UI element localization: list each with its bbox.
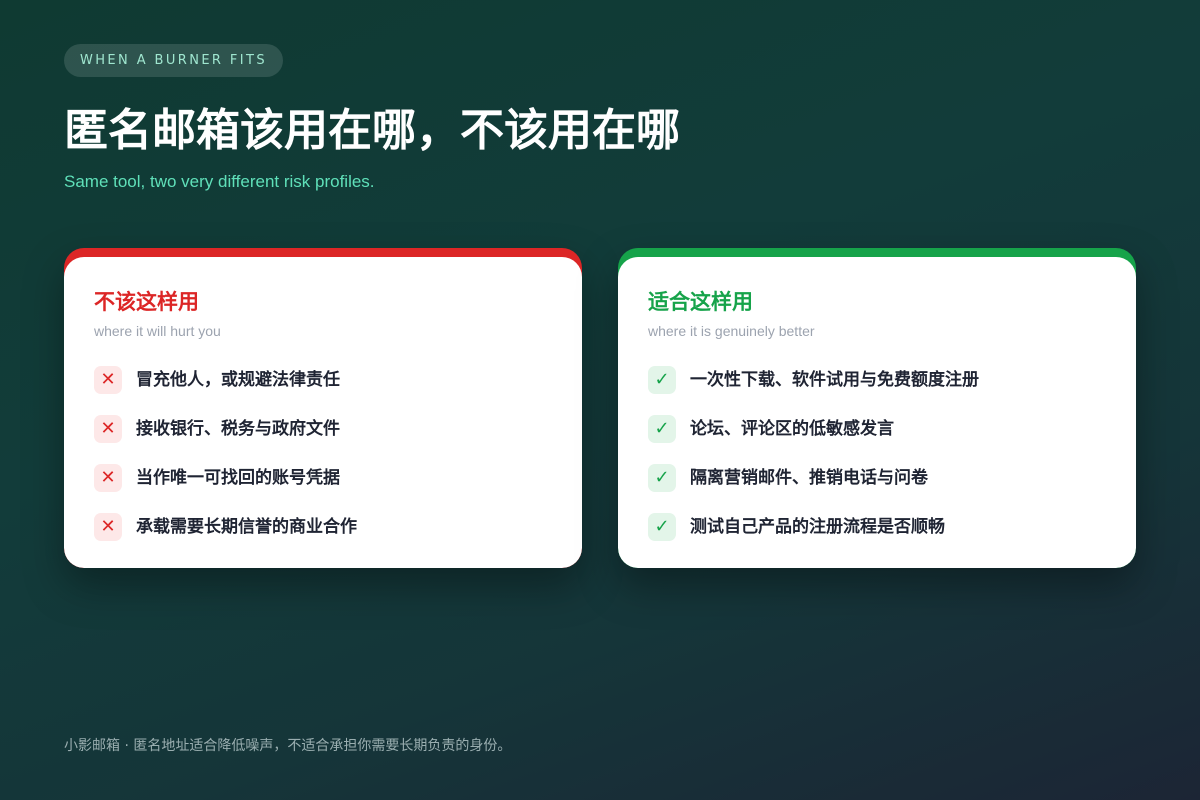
list-item-text: 承载需要长期信誉的商业合作 — [136, 516, 357, 537]
dont-use-list: ✕ 冒充他人，或规避法律责任 ✕ 接收银行、税务与政府文件 ✕ 当作唯一可找回的… — [94, 355, 552, 551]
cross-icon: ✕ — [94, 512, 122, 541]
check-icon: ✓ — [648, 512, 676, 541]
dont-use-heading: 不该这样用 — [94, 290, 199, 314]
list-item-text: 隔离营销邮件、推销电话与问卷 — [690, 467, 928, 488]
dont-use-card-body: 不该这样用 where it will hurt you ✕ 冒充他人，或规避法… — [64, 257, 582, 568]
check-icon: ✓ — [648, 365, 676, 394]
page-subtitle: Same tool, two very different risk profi… — [64, 172, 375, 191]
footer-note: 小影邮箱 · 匿名地址适合降低噪声，不适合承担你需要长期负责的身份。 — [64, 738, 512, 754]
list-item-text: 一次性下载、软件试用与免费额度注册 — [690, 369, 979, 390]
dont-use-card: 不该这样用 where it will hurt you ✕ 冒充他人，或规避法… — [64, 248, 582, 568]
list-item: ✓ 隔离营销邮件、推销电话与问卷 — [648, 453, 1106, 502]
cross-icon: ✕ — [94, 463, 122, 492]
cross-icon: ✕ — [94, 414, 122, 443]
list-item: ✓ 一次性下载、软件试用与免费额度注册 — [648, 355, 1106, 404]
cross-icon: ✕ — [94, 365, 122, 394]
do-use-card: 适合这样用 where it is genuinely better ✓ 一次性… — [618, 248, 1136, 568]
list-item: ✕ 接收银行、税务与政府文件 — [94, 404, 552, 453]
list-item-text: 接收银行、税务与政府文件 — [136, 418, 340, 439]
page-title: 匿名邮箱该用在哪，不该用在哪 — [64, 105, 680, 156]
do-use-subheading: where it is genuinely better — [648, 323, 815, 339]
dont-use-subheading: where it will hurt you — [94, 323, 221, 339]
list-item: ✓ 测试自己产品的注册流程是否顺畅 — [648, 502, 1106, 551]
list-item: ✕ 承载需要长期信誉的商业合作 — [94, 502, 552, 551]
do-use-list: ✓ 一次性下载、软件试用与免费额度注册 ✓ 论坛、评论区的低敏感发言 ✓ 隔离营… — [648, 355, 1106, 551]
list-item: ✕ 冒充他人，或规避法律责任 — [94, 355, 552, 404]
list-item-text: 测试自己产品的注册流程是否顺畅 — [690, 516, 945, 537]
do-use-card-body: 适合这样用 where it is genuinely better ✓ 一次性… — [618, 257, 1136, 568]
eyebrow-badge: WHEN A BURNER FITS — [64, 44, 283, 77]
check-icon: ✓ — [648, 463, 676, 492]
list-item-text: 冒充他人，或规避法律责任 — [136, 369, 340, 390]
list-item: ✓ 论坛、评论区的低敏感发言 — [648, 404, 1106, 453]
list-item-text: 当作唯一可找回的账号凭据 — [136, 467, 340, 488]
list-item: ✕ 当作唯一可找回的账号凭据 — [94, 453, 552, 502]
list-item-text: 论坛、评论区的低敏感发言 — [690, 418, 894, 439]
check-icon: ✓ — [648, 414, 676, 443]
do-use-heading: 适合这样用 — [648, 290, 753, 314]
